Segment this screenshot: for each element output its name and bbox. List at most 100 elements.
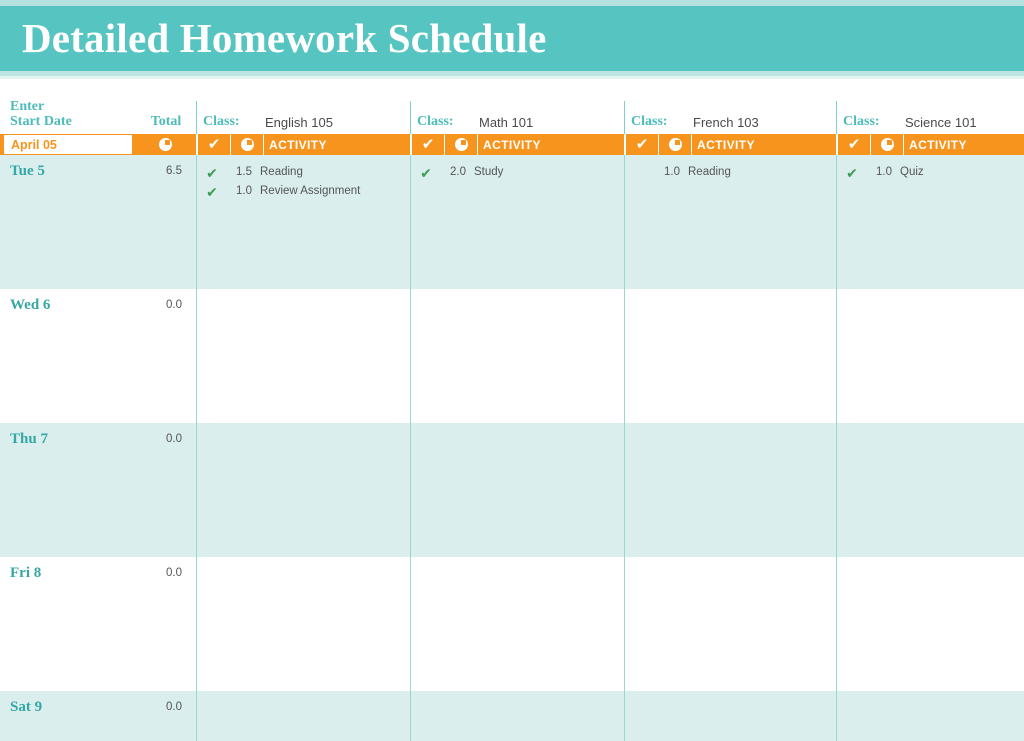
day-label: Wed 6 [10, 297, 51, 313]
science-check-header: ✔ [838, 134, 870, 155]
french-check-header: ✔ [626, 134, 658, 155]
task-hours[interactable]: 1.0 [652, 166, 680, 178]
class-label-french: Class: [631, 114, 668, 129]
column-separator-1 [196, 691, 197, 741]
task-hours[interactable]: 1.0 [224, 185, 252, 197]
task-hours[interactable]: 1.0 [864, 166, 892, 178]
column-separator-2 [410, 155, 411, 289]
column-separator-4 [836, 101, 837, 134]
clock-icon [240, 138, 254, 151]
task-activity[interactable]: Review Assignment [260, 185, 360, 197]
column-separator-1 [196, 423, 197, 557]
check-icon[interactable]: ✔ [204, 184, 220, 202]
schedule-grid: Enter Start Date Total Class: English 10… [0, 97, 1024, 741]
start-date-value: April 05 [11, 137, 57, 152]
day-label: Fri 8 [10, 565, 42, 581]
table-row: Fri 8 0.0 [0, 557, 1024, 691]
total-column-label: Total [150, 114, 182, 129]
column-separator-3 [624, 155, 625, 289]
day-label: Thu 7 [10, 431, 48, 447]
column-separator-4 [836, 691, 837, 741]
total-hours-header [134, 134, 196, 155]
enter-start-date-label: Enter Start Date [10, 99, 72, 129]
schedule-rows: Tue 5 6.5 ✔ 1.5 Reading ✔ 1.0 Review Assignment… [0, 155, 1024, 741]
check-icon: ✔ [635, 135, 649, 153]
check-icon: ✔ [207, 135, 221, 153]
check-icon[interactable]: ✔ [844, 165, 860, 183]
science-activity-header: ACTIVITY [904, 134, 1024, 155]
column-separator-1 [196, 101, 197, 134]
clock-icon [668, 138, 682, 151]
day-label: Sat 9 [10, 699, 43, 715]
enter-start-date-line2: Start Date [10, 114, 72, 129]
start-date-input[interactable]: April 05 [3, 134, 133, 155]
column-separator-1 [196, 557, 197, 691]
task-activity[interactable]: Reading [688, 166, 731, 178]
check-glyph: ✔ [206, 185, 218, 201]
activity-label: ACTIVITY [909, 137, 967, 152]
class-label-math: Class: [417, 114, 454, 129]
column-separator-2 [410, 289, 411, 423]
day-total-hours: 0.0 [166, 701, 182, 713]
column-separator-2 [410, 557, 411, 691]
day-total-hours: 0.0 [166, 433, 182, 445]
column-separator-4 [836, 423, 837, 557]
day-total-hours: 0.0 [166, 567, 182, 579]
column-separator-3 [624, 557, 625, 691]
activity-label: ACTIVITY [269, 137, 327, 152]
table-row: Thu 7 0.0 [0, 423, 1024, 557]
page-title: Detailed Homework Schedule [22, 15, 547, 61]
title-bottom-rule-soft [0, 76, 1024, 79]
column-separator-4 [836, 289, 837, 423]
column-separator-3 [624, 691, 625, 741]
table-row: Tue 5 6.5 ✔ 1.5 Reading ✔ 1.0 Review Assignment… [0, 155, 1024, 289]
title-banner-region: Detailed Homework Schedule [0, 0, 1024, 79]
check-glyph: ✔ [206, 166, 218, 182]
day-total-hours: 6.5 [166, 165, 182, 177]
class-label-english: Class: [203, 114, 240, 129]
column-separator-4 [836, 155, 837, 289]
math-activity-header: ACTIVITY [478, 134, 624, 155]
english-check-header: ✔ [198, 134, 230, 155]
day-label: Tue 5 [10, 163, 45, 179]
check-glyph: ✔ [846, 166, 858, 182]
task-hours[interactable]: 1.5 [224, 166, 252, 178]
column-separator-4 [836, 557, 837, 691]
class-name-science[interactable]: Science 101 [905, 115, 977, 130]
clock-icon [158, 138, 172, 151]
french-hours-header [659, 134, 691, 155]
title-banner: Detailed Homework Schedule [0, 6, 1024, 71]
column-separator-3 [624, 423, 625, 557]
task-activity[interactable]: Reading [260, 166, 303, 178]
class-label-science: Class: [843, 114, 880, 129]
english-hours-header [231, 134, 263, 155]
column-separator-1 [196, 289, 197, 423]
enter-start-date-line1: Enter [10, 99, 45, 114]
check-glyph: ✔ [420, 166, 432, 182]
french-activity-header: ACTIVITY [692, 134, 836, 155]
math-hours-header [445, 134, 477, 155]
column-separator-3 [624, 101, 625, 134]
english-activity-header: ACTIVITY [264, 134, 410, 155]
class-name-french[interactable]: French 103 [693, 115, 759, 130]
day-total-hours: 0.0 [166, 299, 182, 311]
check-icon[interactable]: ✔ [418, 165, 434, 183]
column-separator-1 [196, 155, 197, 289]
table-row: Sat 9 0.0 [0, 691, 1024, 741]
task-activity[interactable]: Study [474, 166, 503, 178]
task-activity[interactable]: Quiz [900, 166, 924, 178]
math-check-header: ✔ [412, 134, 444, 155]
class-name-english[interactable]: English 105 [265, 115, 333, 130]
activity-label: ACTIVITY [697, 137, 755, 152]
clock-icon [880, 138, 894, 151]
column-separator-2 [410, 691, 411, 741]
column-separator-3 [624, 289, 625, 423]
column-separator-2 [410, 101, 411, 134]
table-row: Wed 6 0.0 [0, 289, 1024, 423]
check-icon[interactable]: ✔ [204, 165, 220, 183]
column-separator-2 [410, 423, 411, 557]
task-hours[interactable]: 2.0 [438, 166, 466, 178]
table-header-band: April 05 ✔ ACTIVITY ✔ ACTIVITY ✔ ACTIVIT… [0, 134, 1024, 155]
activity-label: ACTIVITY [483, 137, 541, 152]
class-name-math[interactable]: Math 101 [479, 115, 533, 130]
